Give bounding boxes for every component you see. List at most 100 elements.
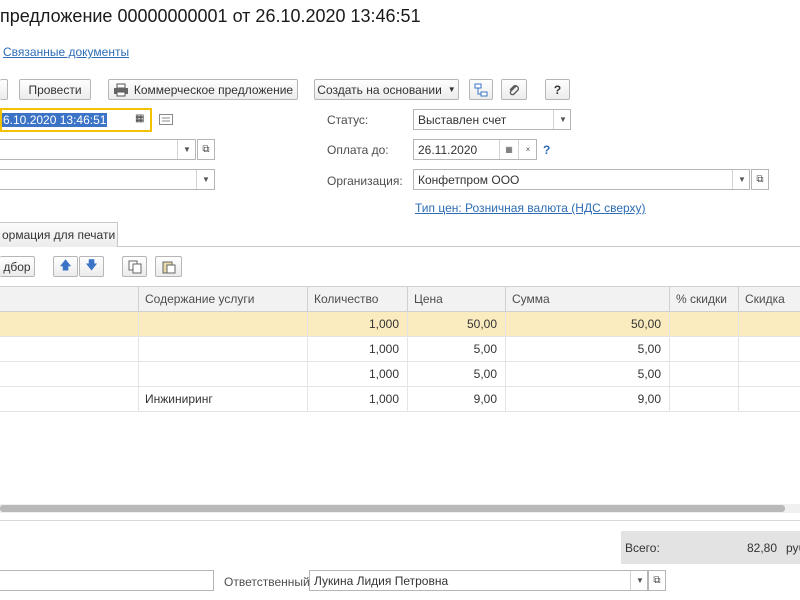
- comment-icon[interactable]: [159, 114, 173, 128]
- column-header-service[interactable]: Содержание услуги: [138, 287, 307, 311]
- cell-discount[interactable]: [738, 387, 800, 411]
- responsible-label: Ответственный:: [224, 575, 314, 589]
- hierarchy-icon: [474, 83, 488, 96]
- column-header-price[interactable]: Цена: [407, 287, 505, 311]
- pick-button[interactable]: дбор: [0, 256, 35, 277]
- cell-blank: [0, 312, 138, 336]
- arrow-down-icon: 🡇: [85, 258, 98, 272]
- print-commercial-offer-button[interactable]: Коммерческое предложение: [108, 79, 298, 100]
- cell-sum[interactable]: 5,00: [505, 337, 669, 361]
- cell-sum[interactable]: 9,00: [505, 387, 669, 411]
- column-header-quantity[interactable]: Количество: [307, 287, 407, 311]
- paste-icon: [162, 261, 175, 273]
- counterparty-field[interactable]: ▼: [0, 139, 196, 160]
- open-icon[interactable]: ⧉: [751, 169, 769, 190]
- cell-discount-percent[interactable]: [669, 337, 738, 361]
- paste-button[interactable]: [155, 256, 182, 277]
- cell-service[interactable]: Инжиниринг: [138, 387, 307, 411]
- cell-discount[interactable]: [738, 337, 800, 361]
- calendar-icon[interactable]: ▦: [499, 140, 518, 159]
- cell-price[interactable]: 50,00: [407, 312, 505, 336]
- contract-field[interactable]: ▼: [0, 169, 215, 190]
- tab-divider: [118, 246, 800, 247]
- chevron-down-icon[interactable]: ▼: [196, 170, 214, 189]
- chevron-down-icon[interactable]: ▼: [553, 110, 570, 129]
- move-up-button[interactable]: 🡅: [53, 256, 78, 277]
- copy-button[interactable]: [122, 256, 147, 277]
- status-select[interactable]: Выставлен счет ▼: [413, 109, 571, 130]
- scrollbar-thumb[interactable]: [0, 505, 785, 512]
- cell-price[interactable]: 5,00: [407, 337, 505, 361]
- related-documents-link[interactable]: Связанные документы: [3, 45, 129, 59]
- clear-icon[interactable]: ×: [518, 140, 536, 159]
- cell-quantity[interactable]: 1,000: [307, 362, 407, 386]
- total-currency: руб: [786, 541, 800, 555]
- help-button[interactable]: ?: [545, 79, 570, 100]
- column-header-blank: [0, 287, 138, 311]
- move-down-button[interactable]: 🡇: [79, 256, 104, 277]
- cell-price[interactable]: 9,00: [407, 387, 505, 411]
- table-header: Содержание услуги Количество Цена Сумма …: [0, 286, 800, 312]
- date-field[interactable]: 6.10.2020 13:46:51 ▦: [0, 108, 152, 132]
- pay-help-link[interactable]: ?: [543, 143, 550, 157]
- status-value: Выставлен счет: [418, 112, 507, 127]
- total-label: Всего:: [625, 541, 660, 555]
- cell-quantity[interactable]: 1,000: [307, 312, 407, 336]
- attach-files-button[interactable]: [501, 79, 527, 100]
- cell-sum[interactable]: 5,00: [505, 362, 669, 386]
- page-title: предложение 00000000001 от 26.10.2020 13…: [0, 6, 421, 26]
- table-row[interactable]: 1,000 5,00 5,00: [0, 337, 800, 362]
- printer-icon: [113, 83, 128, 96]
- create-based-on-label: Создать на основании: [317, 82, 442, 97]
- organization-value: Конфетпром ООО: [418, 172, 520, 187]
- open-icon[interactable]: ⧉: [648, 570, 666, 591]
- arrow-up-icon: 🡅: [59, 258, 72, 272]
- horizontal-scrollbar[interactable]: [0, 504, 800, 513]
- cell-discount-percent[interactable]: [669, 387, 738, 411]
- cell-discount-percent[interactable]: [669, 312, 738, 336]
- column-header-discount[interactable]: Скидка: [738, 287, 800, 311]
- toolbar-left-button-edge[interactable]: [0, 79, 8, 100]
- chevron-down-icon[interactable]: ▼: [732, 170, 749, 189]
- table-row[interactable]: Инжиниринг 1,000 9,00 9,00: [0, 387, 800, 412]
- responsible-field[interactable]: Лукина Лидия Петровна ▼: [309, 570, 648, 591]
- cell-blank: [0, 362, 138, 386]
- cell-price[interactable]: 5,00: [407, 362, 505, 386]
- totals-panel: Всего: 82,80 руб: [621, 531, 800, 564]
- paperclip-icon: [509, 84, 519, 95]
- cell-discount[interactable]: [738, 312, 800, 336]
- cell-quantity[interactable]: 1,000: [307, 337, 407, 361]
- cell-discount-percent[interactable]: [669, 362, 738, 386]
- column-header-sum[interactable]: Сумма: [505, 287, 669, 311]
- cell-service[interactable]: [138, 337, 307, 361]
- chevron-down-icon[interactable]: ▼: [177, 140, 195, 159]
- cell-sum[interactable]: 50,00: [505, 312, 669, 336]
- footer-divider: [0, 520, 800, 521]
- comment-field[interactable]: [0, 570, 214, 591]
- pay-until-value: 26.11.2020: [418, 142, 478, 157]
- price-type-link[interactable]: Тип цен: Розничная валюта (НДС сверху): [415, 201, 646, 215]
- cell-service[interactable]: [138, 312, 307, 336]
- status-label: Статус:: [327, 113, 369, 127]
- cell-blank: [0, 387, 138, 411]
- pay-until-field[interactable]: 26.11.2020 ▦ ×: [413, 139, 537, 160]
- organization-field[interactable]: Конфетпром ООО ▼: [413, 169, 750, 190]
- column-header-discount-percent[interactable]: % скидки: [669, 287, 738, 311]
- table-row[interactable]: 1,000 50,00 50,00: [0, 312, 800, 337]
- calendar-icon[interactable]: ▦: [135, 113, 144, 124]
- cell-service[interactable]: [138, 362, 307, 386]
- post-button[interactable]: Провести: [19, 79, 91, 100]
- table-row[interactable]: 1,000 5,00 5,00: [0, 362, 800, 387]
- structure-icon-button[interactable]: [469, 79, 493, 100]
- tab-print-info[interactable]: ормация для печати: [0, 222, 118, 247]
- cell-blank: [0, 337, 138, 361]
- services-table[interactable]: Содержание услуги Количество Цена Сумма …: [0, 286, 800, 506]
- chevron-down-icon[interactable]: ▼: [630, 571, 647, 590]
- copy-icon: [128, 260, 141, 273]
- organization-label: Организация:: [327, 174, 403, 188]
- create-based-on-button[interactable]: Создать на основании ▼: [314, 79, 459, 100]
- open-icon[interactable]: ⧉: [197, 139, 215, 160]
- cell-discount[interactable]: [738, 362, 800, 386]
- date-field-value: 6.10.2020 13:46:51: [2, 113, 108, 127]
- cell-quantity[interactable]: 1,000: [307, 387, 407, 411]
